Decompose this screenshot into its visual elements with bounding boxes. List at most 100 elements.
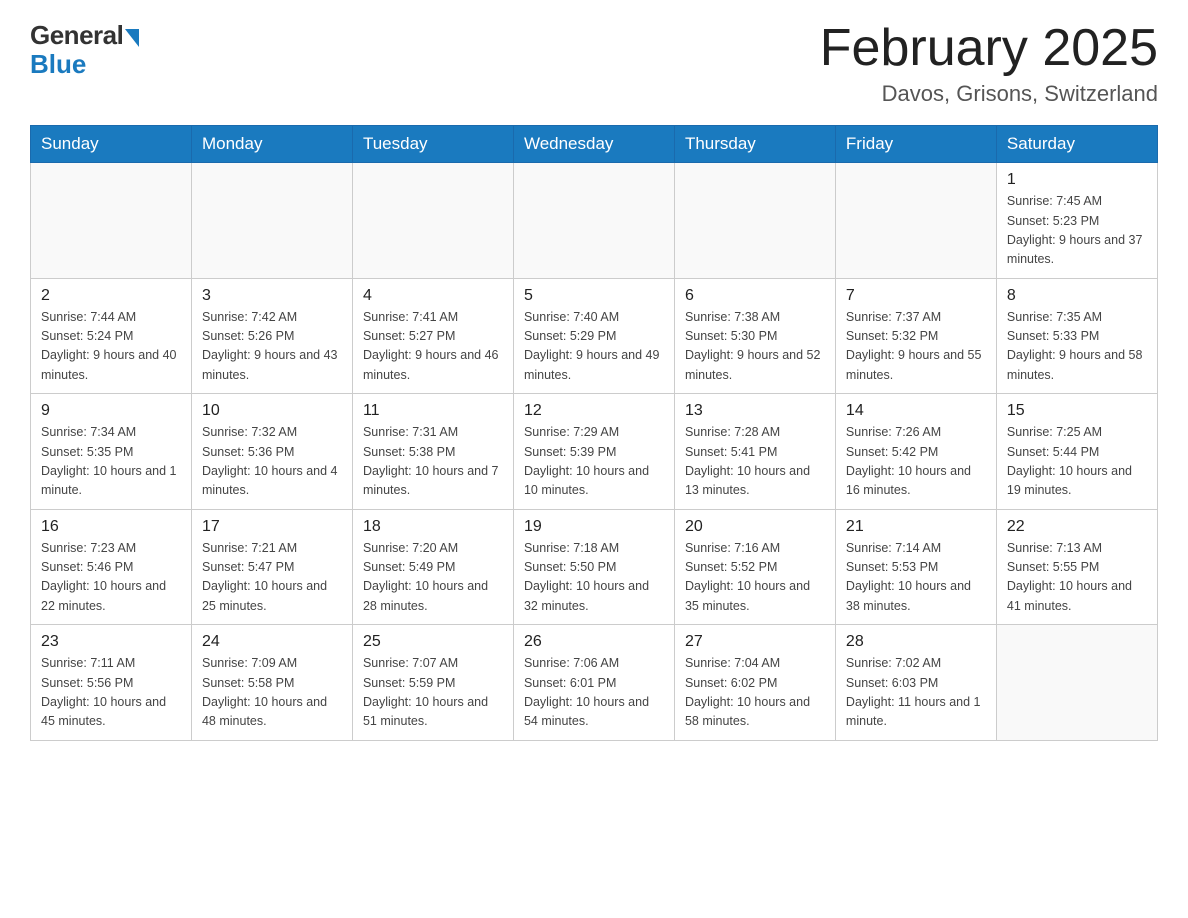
day-number: 10 [202,402,342,420]
day-number: 4 [363,287,503,305]
day-info: Sunrise: 7:09 AMSunset: 5:58 PMDaylight:… [202,654,342,732]
day-number: 12 [524,402,664,420]
calendar-cell: 18Sunrise: 7:20 AMSunset: 5:49 PMDayligh… [352,509,513,625]
week-row-4: 16 Sunrise: 7:23 AMSunset: 5:46 PMDayligh… [31,509,1158,625]
day-number: 2 [41,287,181,305]
calendar-cell: 7Sunrise: 7:37 AMSunset: 5:32 PMDaylight… [835,278,996,394]
calendar-cell: 17 Sunrise: 7:21 AMSunset: 5:47 PMDayligh… [191,509,352,625]
calendar-cell: 21Sunrise: 7:14 AMSunset: 5:53 PMDayligh… [835,509,996,625]
week-row-3: 9 Sunrise: 7:34 AMSunset: 5:35 PMDaylight… [31,394,1158,510]
month-title: February 2025 [820,20,1158,77]
day-info: Sunrise: 7:41 AMSunset: 5:27 PMDaylight:… [363,308,503,386]
day-info: Sunrise: 7:20 AMSunset: 5:49 PMDaylight:… [363,539,503,617]
logo-arrow-icon [125,29,139,47]
weekday-header-row: SundayMondayTuesdayWednesdayThursdayFrid… [31,126,1158,163]
day-info: Sunrise: 7:29 AMSunset: 5:39 PMDaylight:… [524,423,664,501]
calendar-cell: 8 Sunrise: 7:35 AMSunset: 5:33 PMDaylight… [996,278,1157,394]
day-info: Sunrise: 7:34 AMSunset: 5:35 PMDaylight:… [41,423,181,501]
calendar-cell: 22 Sunrise: 7:13 AMSunset: 5:55 PMDayligh… [996,509,1157,625]
day-number: 27 [685,633,825,651]
day-number: 22 [1007,518,1147,536]
logo: General Blue [30,20,139,80]
weekday-header-tuesday: Tuesday [352,126,513,163]
calendar-cell: 10 Sunrise: 7:32 AMSunset: 5:36 PMDayligh… [191,394,352,510]
calendar-cell: 12 Sunrise: 7:29 AMSunset: 5:39 PMDayligh… [513,394,674,510]
calendar-cell: 14Sunrise: 7:26 AMSunset: 5:42 PMDayligh… [835,394,996,510]
calendar-cell: 4 Sunrise: 7:41 AMSunset: 5:27 PMDaylight… [352,278,513,394]
day-number: 25 [363,633,503,651]
day-info: Sunrise: 7:06 AMSunset: 6:01 PMDaylight:… [524,654,664,732]
day-number: 19 [524,518,664,536]
day-info: Sunrise: 7:02 AMSunset: 6:03 PMDaylight:… [846,654,986,732]
day-info: Sunrise: 7:45 AMSunset: 5:23 PMDaylight:… [1007,192,1147,270]
title-block: February 2025 Davos, Grisons, Switzerlan… [820,20,1158,107]
calendar-cell: 5 Sunrise: 7:40 AMSunset: 5:29 PMDaylight… [513,278,674,394]
page-header: General Blue February 2025 Davos, Grison… [30,20,1158,107]
day-number: 26 [524,633,664,651]
day-info: Sunrise: 7:25 AMSunset: 5:44 PMDaylight:… [1007,423,1147,501]
day-number: 6 [685,287,825,305]
calendar-cell [352,163,513,279]
week-row-2: 2 Sunrise: 7:44 AMSunset: 5:24 PMDaylight… [31,278,1158,394]
day-info: Sunrise: 7:26 AMSunset: 5:42 PMDaylight:… [846,423,986,501]
day-info: Sunrise: 7:13 AMSunset: 5:55 PMDaylight:… [1007,539,1147,617]
logo-blue-text: Blue [30,49,86,80]
calendar-table: SundayMondayTuesdayWednesdayThursdayFrid… [30,125,1158,741]
day-info: Sunrise: 7:21 AMSunset: 5:47 PMDaylight:… [202,539,342,617]
calendar-cell [996,625,1157,741]
day-info: Sunrise: 7:31 AMSunset: 5:38 PMDaylight:… [363,423,503,501]
day-info: Sunrise: 7:32 AMSunset: 5:36 PMDaylight:… [202,423,342,501]
day-info: Sunrise: 7:37 AMSunset: 5:32 PMDaylight:… [846,308,986,386]
day-number: 15 [1007,402,1147,420]
day-number: 8 [1007,287,1147,305]
weekday-header-monday: Monday [191,126,352,163]
day-info: Sunrise: 7:11 AMSunset: 5:56 PMDaylight:… [41,654,181,732]
calendar-cell [31,163,192,279]
weekday-header-sunday: Sunday [31,126,192,163]
day-info: Sunrise: 7:16 AMSunset: 5:52 PMDaylight:… [685,539,825,617]
location-subtitle: Davos, Grisons, Switzerland [820,81,1158,107]
calendar-cell [191,163,352,279]
calendar-cell: 27 Sunrise: 7:04 AMSunset: 6:02 PMDayligh… [674,625,835,741]
day-info: Sunrise: 7:40 AMSunset: 5:29 PMDaylight:… [524,308,664,386]
calendar-cell: 6 Sunrise: 7:38 AMSunset: 5:30 PMDaylight… [674,278,835,394]
week-row-5: 23 Sunrise: 7:11 AMSunset: 5:56 PMDayligh… [31,625,1158,741]
day-number: 24 [202,633,342,651]
day-number: 13 [685,402,825,420]
calendar-cell: 1 Sunrise: 7:45 AMSunset: 5:23 PMDaylight… [996,163,1157,279]
weekday-header-thursday: Thursday [674,126,835,163]
calendar-cell: 15 Sunrise: 7:25 AMSunset: 5:44 PMDayligh… [996,394,1157,510]
day-number: 23 [41,633,181,651]
calendar-cell: 9 Sunrise: 7:34 AMSunset: 5:35 PMDaylight… [31,394,192,510]
weekday-header-saturday: Saturday [996,126,1157,163]
day-info: Sunrise: 7:04 AMSunset: 6:02 PMDaylight:… [685,654,825,732]
calendar-cell: 23 Sunrise: 7:11 AMSunset: 5:56 PMDayligh… [31,625,192,741]
day-info: Sunrise: 7:35 AMSunset: 5:33 PMDaylight:… [1007,308,1147,386]
day-number: 21 [846,518,986,536]
day-number: 9 [41,402,181,420]
calendar-cell: 19 Sunrise: 7:18 AMSunset: 5:50 PMDayligh… [513,509,674,625]
day-info: Sunrise: 7:38 AMSunset: 5:30 PMDaylight:… [685,308,825,386]
day-number: 11 [363,402,503,420]
week-row-1: 1 Sunrise: 7:45 AMSunset: 5:23 PMDaylight… [31,163,1158,279]
day-number: 28 [846,633,986,651]
logo-general-text: General [30,20,123,51]
day-number: 5 [524,287,664,305]
day-number: 17 [202,518,342,536]
day-info: Sunrise: 7:18 AMSunset: 5:50 PMDaylight:… [524,539,664,617]
calendar-cell: 2 Sunrise: 7:44 AMSunset: 5:24 PMDaylight… [31,278,192,394]
day-number: 3 [202,287,342,305]
day-number: 20 [685,518,825,536]
calendar-cell: 28 Sunrise: 7:02 AMSunset: 6:03 PMDayligh… [835,625,996,741]
weekday-header-friday: Friday [835,126,996,163]
calendar-cell: 26 Sunrise: 7:06 AMSunset: 6:01 PMDayligh… [513,625,674,741]
calendar-cell: 24 Sunrise: 7:09 AMSunset: 5:58 PMDayligh… [191,625,352,741]
calendar-cell [835,163,996,279]
day-number: 16 [41,518,181,536]
day-number: 1 [1007,171,1147,189]
calendar-cell: 11 Sunrise: 7:31 AMSunset: 5:38 PMDayligh… [352,394,513,510]
day-info: Sunrise: 7:28 AMSunset: 5:41 PMDaylight:… [685,423,825,501]
day-info: Sunrise: 7:44 AMSunset: 5:24 PMDaylight:… [41,308,181,386]
day-info: Sunrise: 7:23 AMSunset: 5:46 PMDaylight:… [41,539,181,617]
weekday-header-wednesday: Wednesday [513,126,674,163]
